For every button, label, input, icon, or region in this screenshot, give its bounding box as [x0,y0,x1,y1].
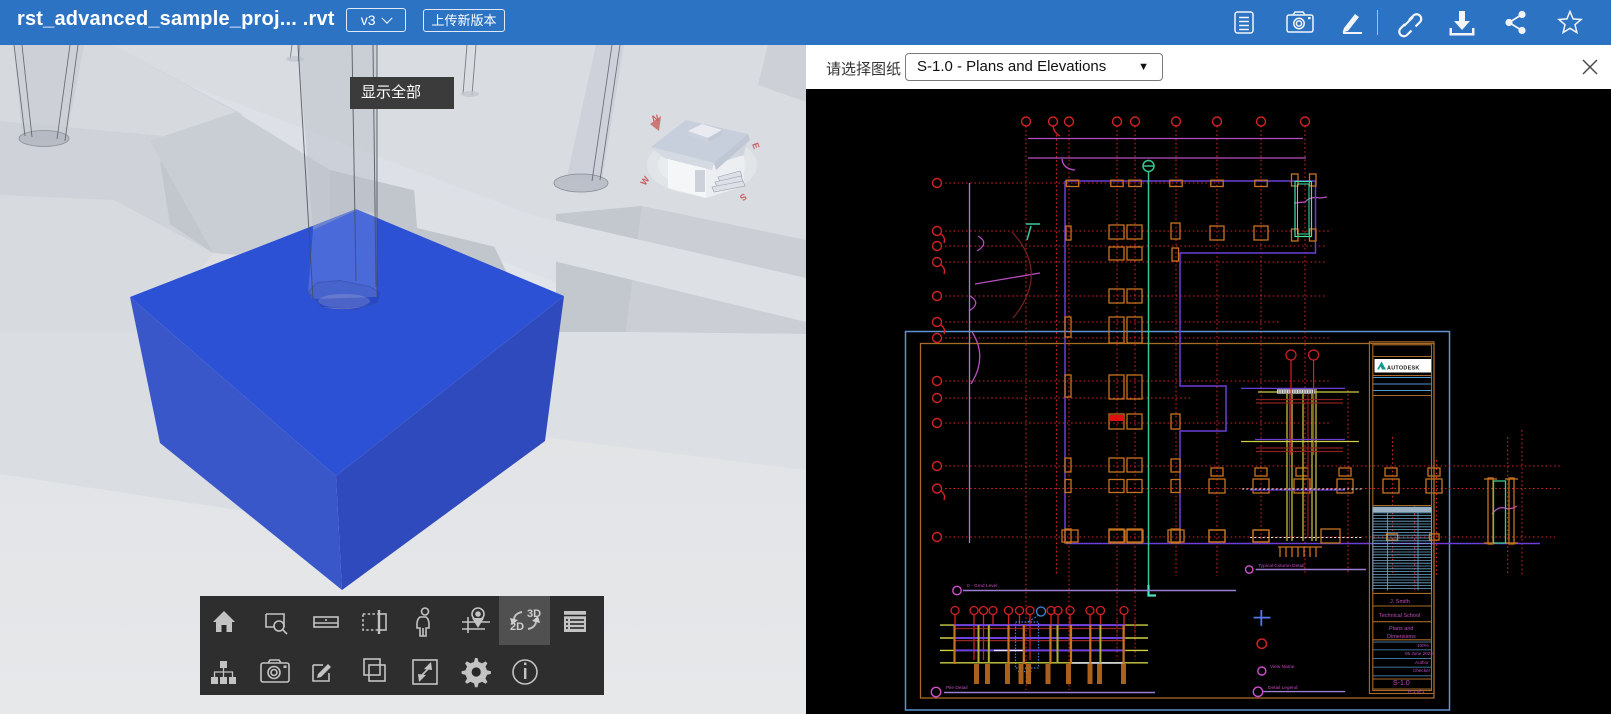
svg-text:Pile Detail: Pile Detail [946,685,968,691]
svg-text:Technical School: Technical School [1379,613,1420,619]
svg-text:J. Smith: J. Smith [1390,599,1410,605]
svg-text:3D: 3D [527,608,541,620]
svg-text:Dimensions: Dimensions [1387,634,1416,640]
svg-text:100%: 100% [1417,643,1429,648]
svg-text:Typical Column Detail: Typical Column Detail [1258,563,1304,569]
svg-text:Author: Author [1415,660,1429,665]
svg-text:Plans and: Plans and [1389,626,1413,632]
svg-text:AUTODESK: AUTODESK [1387,366,1420,372]
svg-text:0 - Grnd Level: 0 - Grnd Level [967,583,997,589]
svg-text:05 June 2023: 05 June 2023 [1405,651,1433,656]
svg-text:View Name: View Name [1270,664,1295,670]
svg-text:P. 1 of 1: P. 1 of 1 [1408,689,1425,694]
svg-text:S-1.0: S-1.0 [1393,680,1410,687]
svg-text:Checker: Checker [1413,668,1431,673]
svg-text:Detail Legend: Detail Legend [1268,685,1298,691]
